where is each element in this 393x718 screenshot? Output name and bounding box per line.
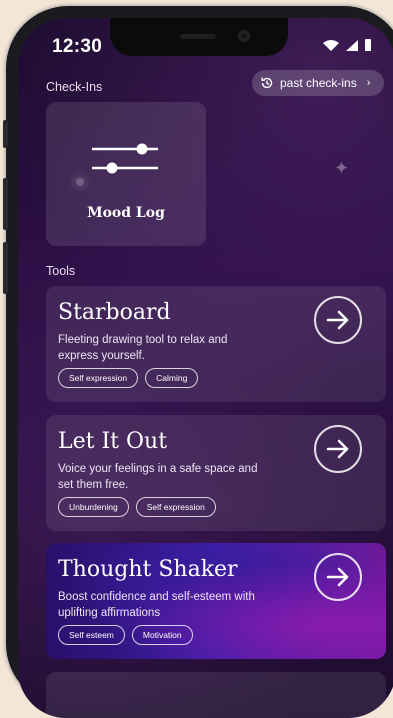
status-time: 12:30 <box>52 36 103 57</box>
tool-tags: Self expression Calming <box>58 368 199 388</box>
tool-tags: Self esteem Motivation <box>58 625 193 645</box>
tools-section-label: Tools <box>46 264 76 278</box>
battery-icon <box>365 39 371 51</box>
tool-card-starboard[interactable]: Starboard Fleeting drawing tool to relax… <box>46 286 386 402</box>
tool-description: Fleeting drawing tool to relax and expre… <box>58 334 228 362</box>
sliders-icon <box>92 143 158 174</box>
chevron-right-icon: › <box>366 77 371 89</box>
front-camera <box>238 30 250 42</box>
tool-title: Let It Out <box>58 429 168 454</box>
arrow-right-icon <box>326 310 349 330</box>
cellular-icon <box>346 39 358 51</box>
tag: Self expression <box>135 497 216 517</box>
past-checkins-label: past check-ins <box>280 76 357 90</box>
history-icon <box>261 77 273 89</box>
dynamic-island <box>110 18 288 56</box>
status-icons <box>322 38 372 52</box>
tag: Self esteem <box>58 625 125 645</box>
tool-title: Starboard <box>58 300 171 325</box>
tool-card-thought-shaker[interactable]: Thought Shaker Boost confidence and self… <box>46 543 386 659</box>
mood-log-card[interactable]: Mood Log <box>46 102 206 246</box>
open-starboard-button[interactable] <box>314 296 362 344</box>
tool-card-partial[interactable] <box>46 672 386 718</box>
tool-tags: Unburdening Self expression <box>58 497 216 517</box>
tool-description: Boost confidence and self-esteem with up… <box>58 591 255 619</box>
tool-description: Voice your feelings in a safe space and … <box>58 463 258 491</box>
arrow-right-icon <box>326 567 349 587</box>
tag: Calming <box>145 368 199 388</box>
mood-log-title: Mood Log <box>87 205 165 221</box>
tag: Self expression <box>58 368 139 388</box>
phone-side-button <box>3 120 8 148</box>
past-checkins-button[interactable]: past check-ins › <box>252 70 385 96</box>
tag: Motivation <box>131 625 193 645</box>
sparkle-icon: ✦ <box>334 158 350 178</box>
open-thought-shaker-button[interactable] <box>314 553 362 601</box>
tag: Unburdening <box>58 497 129 517</box>
wifi-icon <box>323 39 339 51</box>
open-let-it-out-button[interactable] <box>314 425 362 473</box>
arrow-right-icon <box>326 439 349 459</box>
speaker-grille <box>180 34 216 39</box>
status-bar: 12:30 <box>18 18 393 74</box>
checkins-section-label: Check-Ins <box>46 80 103 94</box>
app-screen: ✦ 12:30 Check-Ins past check-ins › Mood … <box>18 18 393 718</box>
phone-volume-down-button <box>3 242 8 294</box>
tool-card-let-it-out[interactable]: Let It Out Voice your feelings in a safe… <box>46 415 386 531</box>
phone-volume-up-button <box>3 178 8 230</box>
tool-title: Thought Shaker <box>58 557 238 582</box>
